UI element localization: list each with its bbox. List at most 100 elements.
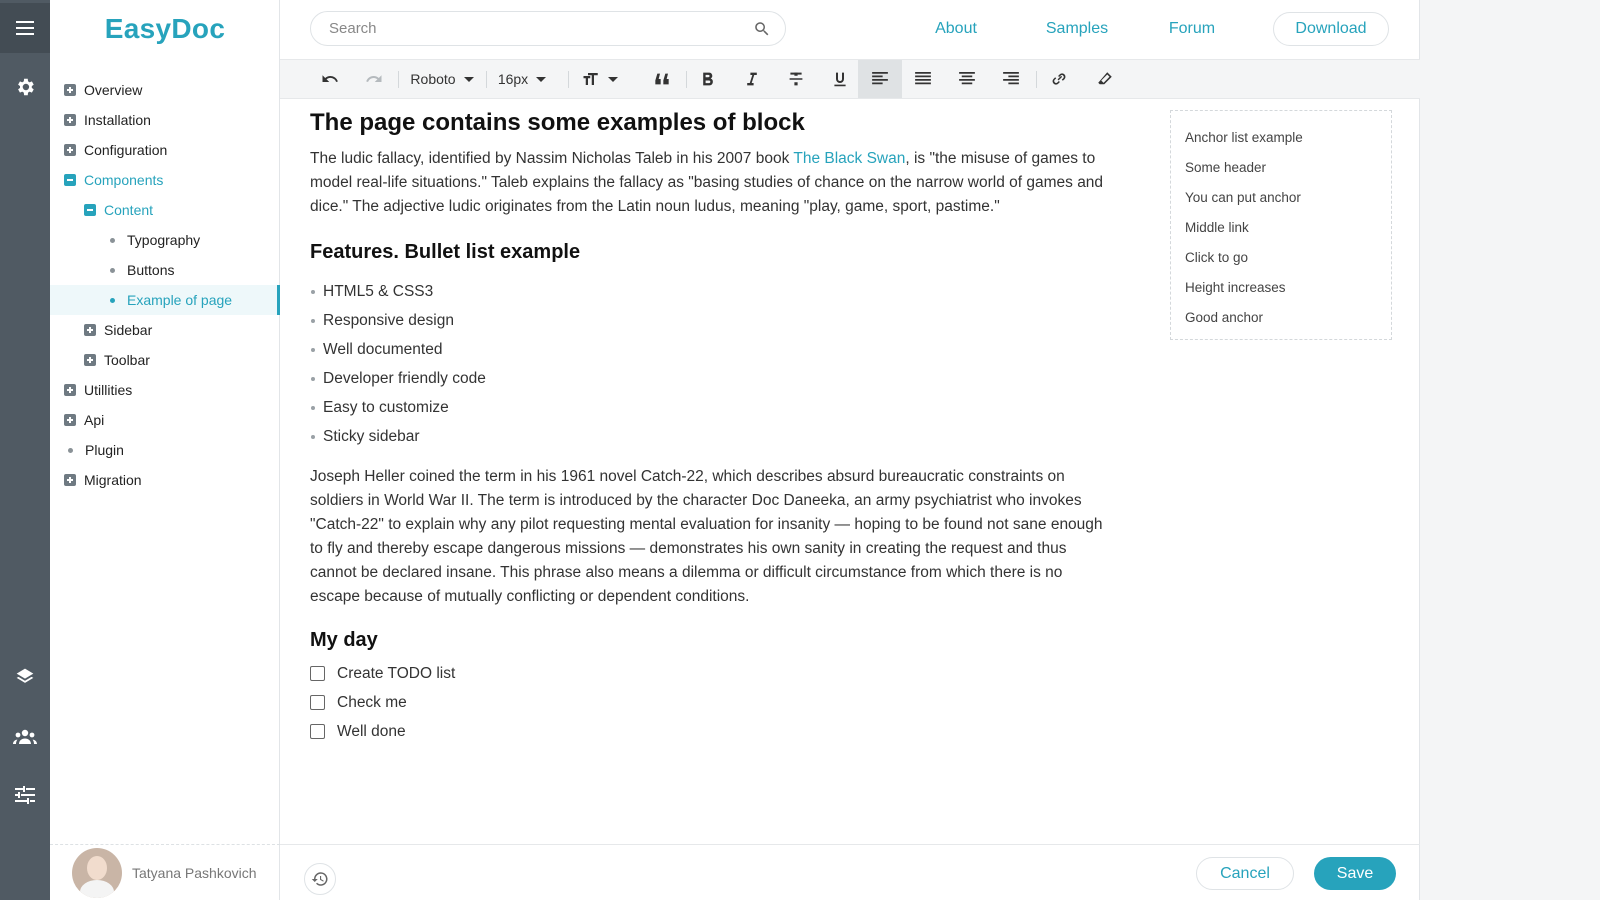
black-swan-link[interactable]: The Black Swan bbox=[793, 150, 905, 167]
sliders-button[interactable] bbox=[0, 770, 50, 820]
todo-item[interactable]: Create TODO list bbox=[310, 659, 1110, 688]
save-button[interactable]: Save bbox=[1314, 857, 1396, 890]
search-icon[interactable] bbox=[753, 20, 771, 38]
list-item: Developer friendly code bbox=[310, 364, 1110, 393]
collapse-icon[interactable] bbox=[84, 204, 96, 216]
expand-icon[interactable] bbox=[84, 354, 96, 366]
page-content: The page contains some examples of block… bbox=[310, 99, 1110, 746]
anchor-link[interactable]: Good anchor bbox=[1171, 303, 1391, 333]
sidebar-item-label: Toolbar bbox=[104, 352, 150, 368]
nav-samples[interactable]: Samples bbox=[1032, 12, 1122, 46]
sidebar-item-configuration[interactable]: Configuration bbox=[50, 135, 280, 165]
expand-icon[interactable] bbox=[64, 144, 76, 156]
sidebar-item-installation[interactable]: Installation bbox=[50, 105, 280, 135]
todo-checkbox[interactable] bbox=[310, 695, 325, 710]
expand-icon[interactable] bbox=[64, 474, 76, 486]
align-justify-button[interactable] bbox=[904, 60, 942, 98]
undo-button[interactable] bbox=[312, 60, 348, 98]
sidebar-item-typography[interactable]: Typography bbox=[50, 225, 280, 255]
users-button[interactable] bbox=[0, 712, 50, 762]
text-size-button[interactable] bbox=[576, 60, 624, 98]
sidebar-item-api[interactable]: Api bbox=[50, 405, 280, 435]
sidebar-item-plugin[interactable]: Plugin bbox=[50, 435, 280, 465]
logo[interactable]: EasyDoc bbox=[50, 0, 280, 58]
sidebar-item-label: Utillities bbox=[84, 382, 133, 398]
nav-about[interactable]: About bbox=[916, 12, 996, 46]
user-name: Tatyana Pashkovich bbox=[132, 864, 257, 881]
sidebar-item-toolbar[interactable]: Toolbar bbox=[50, 345, 280, 375]
anchor-link[interactable]: Some header bbox=[1171, 153, 1391, 183]
expand-icon[interactable] bbox=[64, 114, 76, 126]
user-profile[interactable]: Tatyana Pashkovich bbox=[50, 844, 280, 900]
chevron-down-icon bbox=[608, 76, 618, 82]
todo-checkbox[interactable] bbox=[310, 666, 325, 681]
italic-button[interactable] bbox=[734, 60, 770, 98]
avatar[interactable] bbox=[72, 847, 122, 898]
navigation-tree: Overview Installation Configuration Compone… bbox=[50, 75, 280, 495]
sidebar-item-overview[interactable]: Overview bbox=[50, 75, 280, 105]
bold-button[interactable] bbox=[690, 60, 726, 98]
anchor-link[interactable]: Anchor list example bbox=[1171, 123, 1391, 153]
anchor-link[interactable]: Click to go bbox=[1171, 243, 1391, 273]
todo-item[interactable]: Well done bbox=[310, 717, 1110, 746]
cancel-button[interactable]: Cancel bbox=[1196, 857, 1294, 890]
todo-label: Well done bbox=[337, 722, 406, 740]
sidebar-item-migration[interactable]: Migration bbox=[50, 465, 280, 495]
todo-list: Create TODO list Check me Well done bbox=[310, 659, 1110, 746]
toolbar-separator bbox=[398, 71, 399, 88]
anchor-link[interactable]: Middle link bbox=[1171, 213, 1391, 243]
bullet-icon bbox=[110, 297, 115, 303]
sidebar-item-label: Content bbox=[104, 202, 154, 218]
font-size-select[interactable]: 16px bbox=[492, 60, 552, 98]
users-icon bbox=[13, 729, 37, 744]
layers-button[interactable] bbox=[0, 652, 50, 702]
anchor-link[interactable]: You can put anchor bbox=[1171, 183, 1391, 213]
history-button[interactable] bbox=[304, 863, 336, 895]
expand-icon[interactable] bbox=[64, 414, 76, 426]
sidebar-item-buttons[interactable]: Buttons bbox=[50, 255, 280, 285]
anchor-link[interactable]: Height increases bbox=[1171, 273, 1391, 303]
nav-forum[interactable]: Forum bbox=[1152, 12, 1232, 46]
align-left-icon bbox=[872, 72, 888, 85]
my-day-heading: My day bbox=[310, 629, 378, 651]
collapse-icon[interactable] bbox=[64, 174, 76, 186]
sidebar-item-utillities[interactable]: Utillities bbox=[50, 375, 280, 405]
align-right-button[interactable] bbox=[992, 60, 1030, 98]
clear-format-button[interactable] bbox=[1086, 60, 1124, 98]
todo-item[interactable]: Check me bbox=[310, 688, 1110, 717]
link-icon bbox=[1052, 73, 1066, 85]
align-left-button[interactable] bbox=[858, 60, 902, 98]
expand-icon[interactable] bbox=[64, 84, 76, 96]
menu-button[interactable] bbox=[0, 3, 50, 53]
sidebar-item-label: Buttons bbox=[127, 262, 175, 278]
link-button[interactable] bbox=[1040, 60, 1078, 98]
blockquote-button[interactable] bbox=[644, 60, 680, 98]
icon-rail bbox=[0, 0, 50, 900]
toolbar-separator bbox=[568, 71, 569, 88]
list-item: Responsive design bbox=[310, 306, 1110, 335]
layers-icon bbox=[16, 668, 34, 683]
expand-icon[interactable] bbox=[84, 324, 96, 336]
toolbar-separator bbox=[1036, 71, 1037, 88]
settings-button[interactable] bbox=[0, 62, 50, 112]
font-family-select[interactable]: Roboto bbox=[404, 60, 480, 98]
catch22-paragraph: Joseph Heller coined the term in his 196… bbox=[310, 468, 1103, 605]
redo-button[interactable] bbox=[356, 60, 392, 98]
nav-download[interactable]: Download bbox=[1273, 12, 1389, 46]
sidebar-item-content[interactable]: Content bbox=[50, 195, 280, 225]
align-center-button[interactable] bbox=[948, 60, 986, 98]
intro-paragraph: The ludic fallacy, identified by Nassim … bbox=[310, 147, 1110, 219]
sidebar-item-components[interactable]: Components bbox=[50, 165, 280, 195]
sidebar-item-label: Api bbox=[84, 412, 105, 428]
page-title: The page contains some examples of block bbox=[310, 109, 805, 136]
todo-checkbox[interactable] bbox=[310, 724, 325, 739]
sidebar-item-sidebar[interactable]: Sidebar bbox=[50, 315, 280, 345]
expand-icon[interactable] bbox=[64, 384, 76, 396]
search-input[interactable] bbox=[329, 20, 753, 37]
bold-icon bbox=[703, 72, 713, 86]
sidebar: EasyDoc Overview Installation Configuratio… bbox=[50, 0, 280, 900]
sidebar-item-example-of-page[interactable]: Example of page bbox=[50, 285, 280, 315]
strikethrough-button[interactable] bbox=[778, 60, 814, 98]
sidebar-item-label: Sidebar bbox=[104, 322, 153, 338]
underline-button[interactable] bbox=[822, 60, 858, 98]
